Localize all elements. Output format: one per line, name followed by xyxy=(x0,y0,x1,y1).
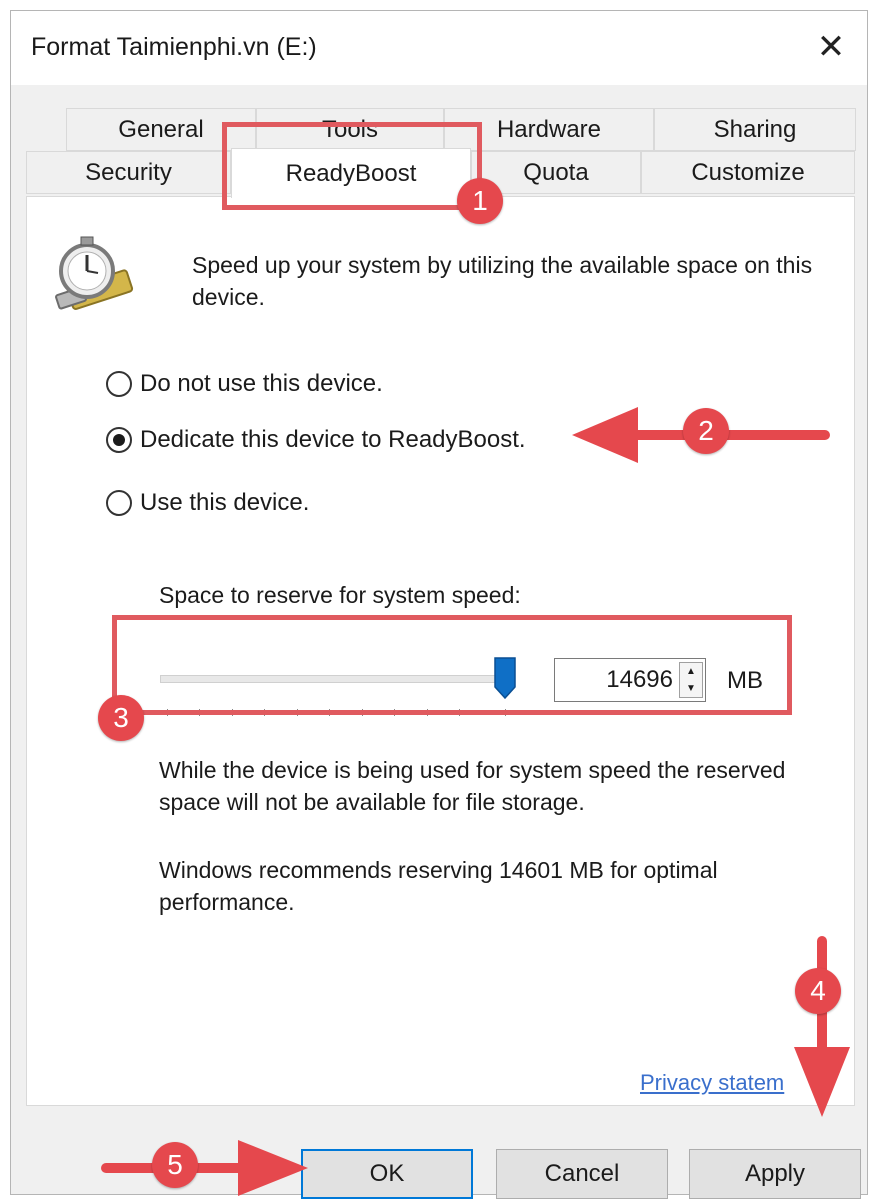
step-badge-5: 5 xyxy=(152,1142,198,1188)
option-use-device-label: Use this device. xyxy=(140,489,310,516)
radio-use-device[interactable] xyxy=(106,490,132,516)
reserve-unit: MB xyxy=(727,667,763,694)
format-dialog: Format Taimienphi.vn (E:) ✕ General Tool… xyxy=(10,10,868,1199)
slider-tick xyxy=(459,709,460,716)
tab-readyboost[interactable]: ReadyBoost xyxy=(231,148,471,198)
slider-tick xyxy=(297,709,298,716)
readyboost-panel: Speed up your system by utilizing the av… xyxy=(26,196,855,1106)
privacy-statement-link[interactable]: Privacy statem xyxy=(640,1070,784,1096)
option-dedicate[interactable]: Dedicate this device to ReadyBoost. xyxy=(106,426,526,454)
tab-tools[interactable]: Tools xyxy=(256,108,444,151)
option-do-not-use-label: Do not use this device. xyxy=(140,370,383,397)
reserve-value-input[interactable] xyxy=(555,659,677,701)
option-do-not-use[interactable]: Do not use this device. xyxy=(106,370,383,398)
reserve-spinbox[interactable]: ▲ ▼ xyxy=(554,658,706,702)
option-use-device[interactable]: Use this device. xyxy=(106,489,309,517)
spin-up-icon[interactable]: ▲ xyxy=(680,663,702,680)
step-badge-3: 3 xyxy=(98,695,144,741)
slider-tick xyxy=(505,709,506,716)
tab-sharing[interactable]: Sharing xyxy=(654,108,856,151)
step-badge-2: 2 xyxy=(683,408,729,454)
readyboost-stopwatch-drive-icon xyxy=(55,236,134,310)
recommendation-note: Windows recommends reserving 14601 MB fo… xyxy=(159,857,718,915)
slider-tick xyxy=(264,709,265,716)
reserve-slider[interactable] xyxy=(160,675,510,683)
slider-tick xyxy=(362,709,363,716)
slider-tick xyxy=(232,709,233,716)
spin-buttons: ▲ ▼ xyxy=(679,662,703,698)
slider-tick xyxy=(427,709,428,716)
cancel-button[interactable]: Cancel xyxy=(496,1149,668,1199)
slider-tick xyxy=(329,709,330,716)
option-dedicate-label: Dedicate this device to ReadyBoost. xyxy=(140,426,526,453)
reserve-label: Space to reserve for system speed: xyxy=(159,582,521,608)
close-icon[interactable]: ✕ xyxy=(809,25,853,69)
readyboost-description: Speed up your system by utilizing the av… xyxy=(192,252,813,310)
tab-hardware[interactable]: Hardware xyxy=(444,108,654,151)
window-title: Format Taimienphi.vn (E:) xyxy=(31,33,317,61)
tab-customize[interactable]: Customize xyxy=(641,151,855,194)
storage-note: While the device is being used for syste… xyxy=(159,757,786,815)
step-badge-1: 1 xyxy=(457,178,503,224)
ok-button[interactable]: OK xyxy=(301,1149,473,1199)
tab-general[interactable]: General xyxy=(66,108,256,151)
slider-thumb[interactable] xyxy=(494,657,516,699)
step-badge-4: 4 xyxy=(795,968,841,1014)
slider-tick xyxy=(199,709,200,716)
spin-down-icon[interactable]: ▼ xyxy=(680,680,702,697)
title-bar: Format Taimienphi.vn (E:) ✕ xyxy=(11,11,867,85)
apply-button[interactable]: Apply xyxy=(689,1149,861,1199)
radio-do-not-use[interactable] xyxy=(106,371,132,397)
slider-tick xyxy=(394,709,395,716)
tab-security[interactable]: Security xyxy=(26,151,231,194)
slider-tick xyxy=(167,709,168,716)
radio-dedicate[interactable] xyxy=(106,427,132,453)
